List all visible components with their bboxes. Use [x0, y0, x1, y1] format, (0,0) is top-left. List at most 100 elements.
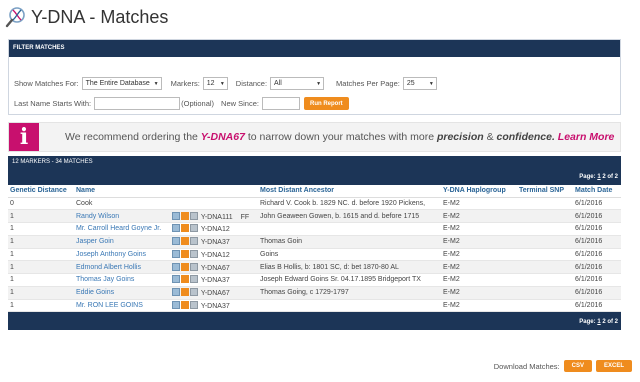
col-terminal-snp[interactable]: Terminal SNP: [517, 185, 573, 198]
haplogroup: E-M2: [441, 222, 517, 236]
family-tree-icon[interactable]: [172, 211, 180, 220]
table-row: 1 Mr. RON LEE GOINS Y-DNA37 E-M2 6/1/201…: [8, 299, 621, 313]
email-icon[interactable]: [190, 262, 198, 271]
test-type: Y-DNA12: [200, 226, 230, 234]
filter-panel: FILTER MATCHES Show Matches For: The Ent…: [8, 39, 621, 115]
genetic-distance: 1: [8, 286, 74, 300]
recommend-message: We recommend ordering the Y-DNA67 to nar…: [65, 131, 614, 143]
haplogroup: E-M2: [441, 197, 517, 211]
distance-label: Distance:: [235, 79, 268, 88]
col-match-date[interactable]: Match Date: [573, 185, 621, 198]
ancestor-icon[interactable]: [181, 288, 189, 297]
match-name-link[interactable]: Mr. RON LEE GOINS: [76, 302, 143, 309]
email-icon[interactable]: [190, 300, 198, 309]
learn-more-link[interactable]: Learn More: [558, 131, 615, 143]
email-icon[interactable]: [190, 237, 198, 246]
ancestor-icon[interactable]: [181, 300, 189, 309]
email-icon[interactable]: [190, 249, 198, 258]
match-name-link[interactable]: Joseph Anthony Goins: [76, 251, 146, 258]
table-row: 1 Joseph Anthony Goins Y-DNA12 Goins E-M…: [8, 248, 621, 262]
family-tree-icon[interactable]: [172, 288, 180, 297]
match-name-link[interactable]: Eddie Goins: [76, 289, 114, 296]
terminal-snp: [517, 273, 573, 287]
pager-top: Page: 1 2 of 2: [8, 167, 621, 185]
match-date: 6/1/2016: [573, 197, 621, 211]
last-name-label: Last Name Starts With:: [14, 99, 92, 108]
match-name: Cook: [76, 199, 93, 207]
family-tree-icon[interactable]: [172, 262, 180, 271]
page-link[interactable]: 1: [597, 174, 600, 180]
family-tree-icon[interactable]: [172, 224, 180, 233]
ancestor-icon[interactable]: [181, 249, 189, 258]
download-bar: Download Matches: CSV EXCEL: [494, 360, 632, 372]
table-header-row: Genetic Distance Name Most Distant Ances…: [8, 185, 621, 198]
match-name-link[interactable]: Jasper Goin: [76, 238, 114, 245]
filter-heading: FILTER MATCHES: [9, 40, 620, 57]
chevron-down-icon: ▼: [428, 80, 434, 87]
ff-badge: FF: [240, 213, 250, 221]
match-date: 6/1/2016: [573, 286, 621, 300]
col-ancestor[interactable]: Most Distant Ancestor: [258, 185, 441, 198]
match-name-link[interactable]: Randy Wilson: [76, 213, 119, 220]
dna-magnifier-icon: [5, 7, 25, 28]
match-date: 6/1/2016: [573, 273, 621, 287]
csv-button[interactable]: CSV: [563, 360, 592, 372]
family-tree-icon[interactable]: [172, 249, 180, 258]
run-report-button[interactable]: Run Report: [303, 97, 349, 110]
per-page-value: 25: [406, 80, 415, 87]
terminal-snp: [517, 299, 573, 313]
per-page-select[interactable]: 25 ▼: [402, 77, 437, 90]
col-tools: [170, 185, 258, 198]
email-icon[interactable]: [190, 211, 198, 220]
test-type: Y-DNA67: [200, 290, 230, 298]
tools-cell: Y-DNA12: [170, 222, 258, 236]
chevron-down-icon: ▼: [316, 80, 322, 87]
genetic-distance: 1: [8, 222, 74, 236]
match-date: 6/1/2016: [573, 299, 621, 313]
page-of: 2 of 2: [602, 174, 618, 180]
ancestor-icon[interactable]: [181, 224, 189, 233]
ancestor-icon[interactable]: [181, 237, 189, 246]
ancestor: Elias B Hollis, b: 1801 SC, d: bet 1870-…: [258, 260, 441, 274]
test-type: Y-DNA37: [200, 277, 230, 285]
distance-value: All: [274, 80, 282, 87]
matches-table: Genetic Distance Name Most Distant Ances…: [8, 185, 621, 313]
match-name-link[interactable]: Mr. Carroll Heard Goyne Jr.: [76, 225, 161, 232]
markers-select[interactable]: 12 ▼: [202, 77, 228, 90]
genetic-distance: 1: [8, 273, 74, 287]
excel-button[interactable]: EXCEL: [595, 360, 632, 372]
match-name-link[interactable]: Thomas Jay Goins: [76, 276, 134, 283]
page-title: Y-DNA - Matches: [31, 6, 169, 27]
email-icon[interactable]: [190, 275, 198, 284]
family-tree-icon[interactable]: [172, 237, 180, 246]
chevron-down-icon: ▼: [219, 80, 225, 87]
email-icon[interactable]: [190, 224, 198, 233]
col-genetic-distance[interactable]: Genetic Distance: [8, 185, 74, 198]
download-label: Download Matches:: [493, 361, 560, 371]
family-tree-icon[interactable]: [172, 300, 180, 309]
match-name-link[interactable]: Edmond Albert Hollis: [76, 264, 141, 271]
last-name-input[interactable]: [94, 97, 181, 110]
new-since-input[interactable]: [261, 97, 300, 110]
match-date: 6/1/2016: [573, 235, 621, 249]
ancestor-icon[interactable]: [181, 262, 189, 271]
ancestor-icon[interactable]: [181, 211, 189, 220]
ancestor: Richard V. Cook b. 1829 NC. d. before 19…: [258, 197, 441, 211]
ancestor-icon[interactable]: [181, 275, 189, 284]
distance-select[interactable]: All ▼: [270, 77, 325, 90]
optional-label: (Optional): [181, 99, 215, 108]
ancestor: [258, 222, 441, 236]
email-icon[interactable]: [190, 288, 198, 297]
col-haplogroup[interactable]: Y-DNA Haplogroup: [441, 185, 517, 198]
page-link[interactable]: 1: [597, 319, 600, 325]
tools-cell: Y-DNA67: [170, 286, 258, 300]
table-row: 1 Mr. Carroll Heard Goyne Jr. Y-DNA12 E-…: [8, 222, 621, 236]
family-tree-icon[interactable]: [172, 275, 180, 284]
genetic-distance: 1: [8, 235, 74, 249]
test-type: Y-DNA37: [200, 302, 230, 310]
match-date: 6/1/2016: [573, 209, 621, 223]
table-row: 1 Thomas Jay Goins Y-DNA37 Joseph Edward…: [8, 273, 621, 287]
show-for-select[interactable]: The Entire Database ▼: [81, 77, 162, 90]
col-name[interactable]: Name: [74, 185, 170, 198]
tools-cell: Y-DNA37: [170, 299, 258, 313]
